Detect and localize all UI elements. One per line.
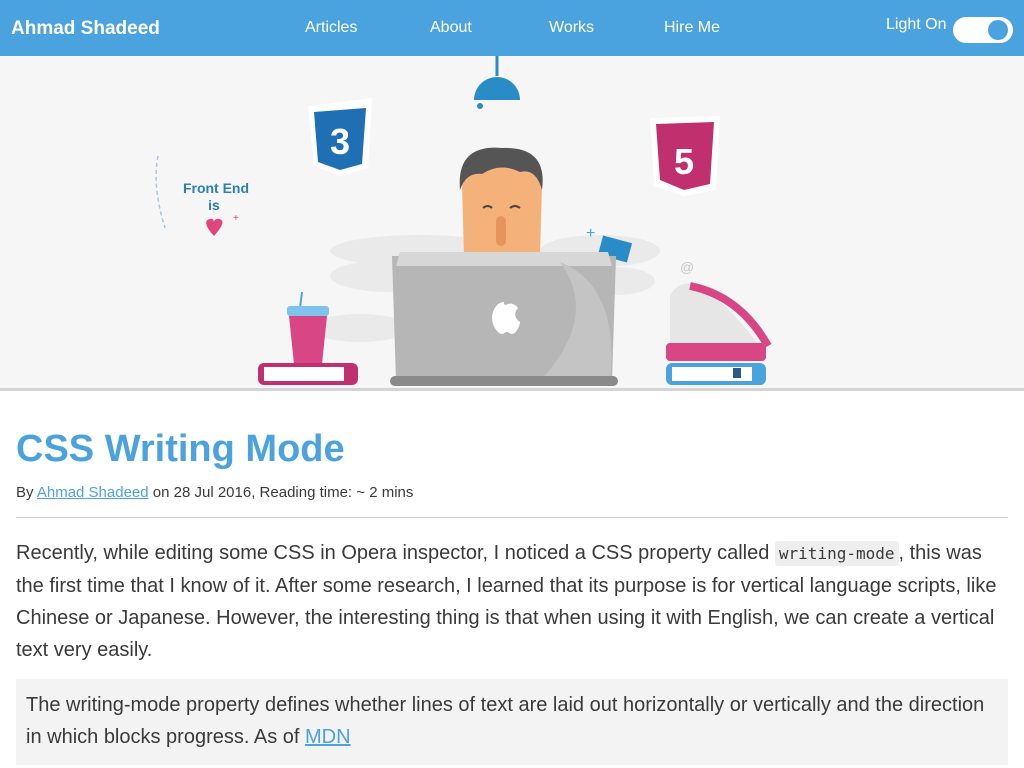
svg-text:+: + [233, 213, 239, 224]
mdn-quote-block: The writing-mode property defines whethe… [16, 679, 1008, 765]
css3-badge-icon: 3 [308, 98, 372, 176]
svg-text:+: + [586, 225, 595, 242]
left-books-icon [258, 363, 358, 385]
laptop-icon [390, 252, 618, 386]
html5-badge-number: 5 [674, 141, 694, 182]
inline-code: writing-mode [774, 541, 899, 566]
article-meta: By Ahmad Shadeed on 28 Jul 2016, Reading… [16, 484, 413, 501]
front-end-love-sign: Front End is + [155, 155, 249, 236]
apple-logo-icon [492, 302, 520, 334]
meta-by: By [16, 484, 34, 501]
intro-paragraph: Recently, while editing some CSS in Oper… [16, 537, 1010, 666]
light-toggle-switch[interactable] [953, 17, 1013, 43]
meta-divider [16, 517, 1008, 518]
html5-badge-icon: 5 [650, 116, 720, 196]
lamp-icon [474, 56, 520, 109]
intro-text-before: Recently, while editing some CSS in Oper… [16, 542, 775, 564]
developer-illustration: 3 5 Front End is + @ + [155, 56, 772, 386]
light-toggle-label: Light On [886, 16, 947, 33]
quote-paragraph: The writing-mode property defines whethe… [26, 689, 1001, 753]
hero-divider [0, 388, 1024, 391]
quote-text: The writing-mode property defines whethe… [26, 694, 985, 748]
top-navbar: Ahmad Shadeed Articles About Works Hire … [0, 0, 1024, 56]
brand-link[interactable]: Ahmad Shadeed [11, 18, 160, 40]
article-title: CSS Writing Mode [16, 428, 345, 470]
hero-illustration: 3 5 Front End is + @ + [0, 56, 1024, 389]
toggle-knob [988, 20, 1008, 40]
developer-avatar [459, 147, 543, 256]
author-link[interactable]: Ahmad Shadeed [37, 484, 149, 501]
nav-about[interactable]: About [430, 19, 472, 37]
css3-badge-number: 3 [330, 121, 350, 162]
nav-hire-me[interactable]: Hire Me [664, 19, 720, 37]
right-books-icon: @ [666, 259, 772, 385]
meta-date-reading: on 28 Jul 2016, Reading time: ~ 2 mins [152, 484, 414, 501]
mdn-link[interactable]: MDN [305, 726, 351, 748]
heart-icon [206, 218, 223, 236]
nav-works[interactable]: Works [549, 19, 594, 37]
sign-text-is: is [208, 197, 220, 213]
sign-text-front-end: Front End [183, 180, 249, 196]
drink-cup-icon [287, 291, 329, 364]
nav-articles[interactable]: Articles [305, 19, 357, 37]
svg-text:@: @ [680, 259, 694, 275]
